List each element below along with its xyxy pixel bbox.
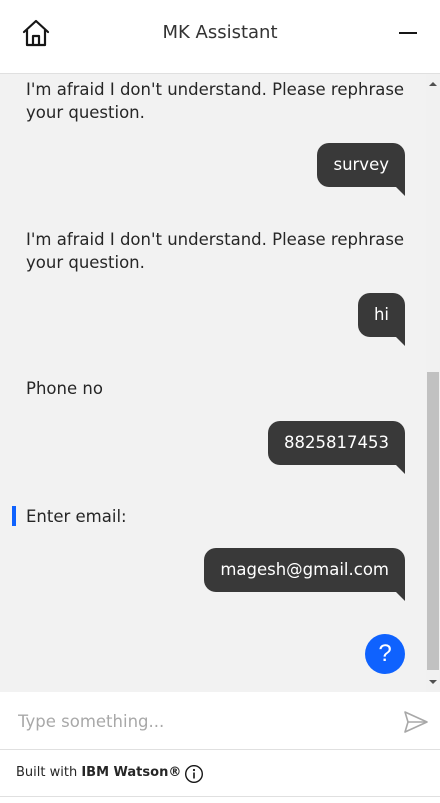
powered-by-text: Built with IBM Watson® (16, 765, 181, 780)
header: MK Assistant (0, 0, 440, 74)
home-button[interactable] (20, 18, 52, 48)
info-icon (184, 764, 204, 784)
minimize-icon (399, 32, 417, 34)
scrollbar[interactable] (426, 74, 440, 692)
user-message: 8825817453 (268, 421, 405, 474)
input-bar (0, 692, 440, 750)
home-icon (22, 19, 50, 47)
scroll-up-arrow-icon[interactable] (429, 80, 437, 88)
chat-widget: MK Assistant I'm afraid I don't understa… (0, 0, 440, 803)
chat-title: MK Assistant (162, 22, 278, 43)
footer-prefix: Built with (16, 765, 82, 780)
footer: Built with IBM Watson® (0, 751, 440, 797)
message-list: I'm afraid I don't understand. Please re… (0, 74, 440, 692)
send-button[interactable] (403, 709, 429, 735)
scroll-down-arrow-icon[interactable] (429, 678, 437, 686)
minimize-button[interactable] (398, 23, 418, 43)
bot-message: I'm afraid I don't understand. Please re… (26, 80, 405, 122)
user-message: hi (357, 293, 406, 346)
bot-message: Enter email: (26, 507, 127, 526)
bot-message: Phone no (26, 379, 103, 398)
user-message: magesh@gmail.com (204, 548, 405, 601)
user-message: survey (317, 143, 405, 196)
send-icon (404, 711, 428, 733)
help-button[interactable]: ? (365, 634, 405, 674)
bot-message: I'm afraid I don't understand. Please re… (26, 230, 405, 272)
focus-indicator (12, 506, 16, 526)
footer-brand: IBM Watson® (81, 765, 182, 780)
info-button[interactable] (184, 764, 204, 784)
scrollbar-thumb[interactable] (427, 372, 439, 670)
message-input[interactable] (18, 708, 378, 734)
